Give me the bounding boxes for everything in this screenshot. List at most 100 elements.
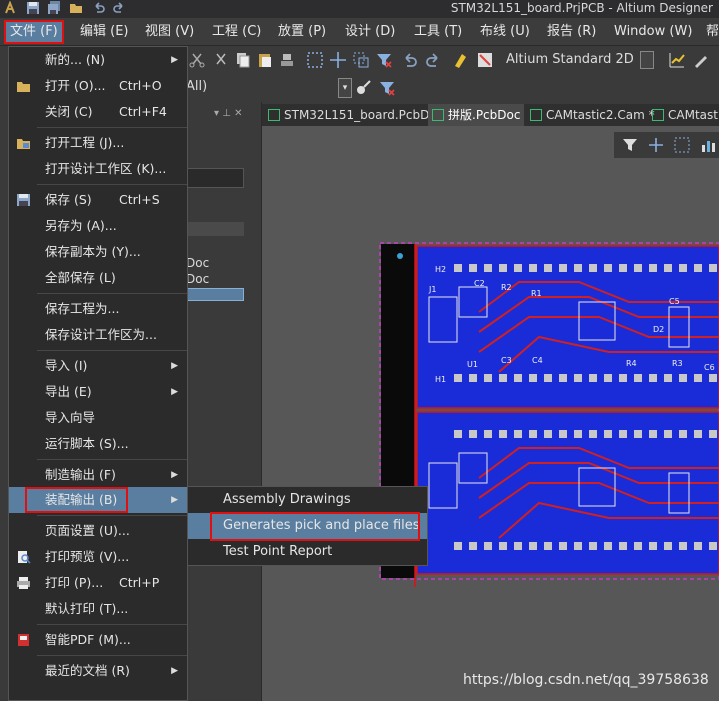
label-r2: R2 [501, 283, 512, 292]
bar-chart-icon[interactable] [700, 137, 716, 153]
menu-save-all[interactable]: 全部保存 (L) [9, 265, 187, 291]
print-preview-icon [18, 551, 31, 564]
filter-icon[interactable] [622, 137, 638, 153]
search-box[interactable] [186, 168, 244, 188]
menu-label: 打开设计工作区 (K)... [45, 161, 167, 176]
apply-filter-icon[interactable] [354, 79, 372, 97]
menu-design[interactable]: 设计 (D) [341, 22, 399, 42]
menu-label: 另存为 (A)... [45, 218, 117, 233]
menu-label: 保存副本为 (Y)... [45, 244, 141, 259]
move-icon[interactable] [329, 51, 347, 69]
menu-label: 运行脚本 (S)... [45, 436, 129, 451]
menu-shortcut: Ctrl+P [119, 575, 160, 590]
menu-open[interactable]: 打开 (O)... Ctrl+O [9, 73, 187, 99]
projects-panel: ▾ ⊥ ✕ Doc Doc [186, 102, 262, 701]
add-icon[interactable] [648, 137, 664, 153]
pdf-icon [18, 634, 29, 646]
menu-open-workspace[interactable]: 打开设计工作区 (K)... [9, 156, 187, 182]
panel-row[interactable]: Doc [186, 272, 244, 286]
menu-view[interactable]: 视图 (V) [141, 22, 198, 42]
select-rectangle-icon[interactable] [306, 51, 324, 69]
copy-icon[interactable] [234, 51, 252, 69]
save-icon[interactable] [26, 1, 40, 15]
paste-icon[interactable] [256, 51, 274, 69]
select-overlap-icon[interactable] [352, 51, 370, 69]
menu-print[interactable]: 打印 (P)... Ctrl+P [9, 570, 187, 596]
cut-icon[interactable] [212, 51, 230, 69]
label-d2: D2 [653, 325, 664, 334]
submenu-arrow-icon: ▶ [171, 387, 178, 397]
menu-save-workspace-as[interactable]: 保存设计工作区为... [9, 322, 187, 348]
clear-filter-icon[interactable] [375, 51, 393, 69]
chart-icon[interactable] [668, 51, 686, 69]
label-r4: R4 [626, 359, 637, 368]
menu-import-wizard[interactable]: 导入向导 [9, 405, 187, 431]
menu-smart-pdf[interactable]: 智能PDF (M)... [9, 627, 187, 653]
menu-print-preview[interactable]: 打印预览 (V)... [9, 544, 187, 570]
clear-filter-icon[interactable] [378, 79, 396, 97]
menu-label: 保存设计工作区为... [45, 327, 157, 342]
menu-import[interactable]: 导入 (I) ▶ [9, 353, 187, 379]
menu-save-copy-as[interactable]: 保存副本为 (Y)... [9, 239, 187, 265]
label-c4: C4 [532, 356, 543, 365]
menu-run-script[interactable]: 运行脚本 (S)... [9, 431, 187, 457]
menu-shortcut: Ctrl+O [119, 78, 162, 93]
menu-help[interactable]: 帮 [702, 22, 719, 42]
menu-assembly-drawings[interactable]: Assembly Drawings [188, 487, 427, 513]
filter-dropdown[interactable]: ▾ [338, 78, 352, 98]
menu-close[interactable]: 关闭 (C) Ctrl+F4 [9, 99, 187, 125]
label-c5: C5 [669, 297, 680, 306]
menu-recent-documents[interactable]: 最近的文档 (R) ▶ [9, 658, 187, 684]
menu-export[interactable]: 导出 (E) ▶ [9, 379, 187, 405]
tab-stm32-pcb[interactable]: STM32L151_board.PcbDoc [264, 104, 443, 126]
label-c3: C3 [501, 356, 512, 365]
menu-place[interactable]: 放置 (P) [274, 22, 330, 42]
select-rectangle-icon[interactable] [674, 137, 690, 153]
undo-icon[interactable] [401, 51, 419, 69]
menu-window[interactable]: Window (W) [610, 22, 696, 42]
menu-fabrication-outputs[interactable]: 制造输出 (F) ▶ [9, 462, 187, 488]
folder-open-icon [17, 82, 30, 92]
watermark: https://blog.csdn.net/qq_39758638 [463, 672, 709, 688]
menu-reports[interactable]: 报告 (R) [543, 22, 600, 42]
pcb-canvas[interactable]: H2 J1 C2 R2 R1 U1 C3 C4 H1 D2 R4 R3 C5 C… [262, 126, 719, 701]
menu-tools[interactable]: 工具 (T) [410, 22, 466, 42]
menu-project[interactable]: 工程 (C) [208, 22, 265, 42]
menu-new[interactable]: 新的... (N) ▶ [9, 47, 187, 73]
menu-test-point-report[interactable]: Test Point Report [188, 539, 427, 565]
menu-save[interactable]: 保存 (S) Ctrl+S [9, 187, 187, 213]
menu-save-project-as[interactable]: 保存工程为... [9, 296, 187, 322]
panel-row[interactable]: Doc [186, 256, 244, 270]
tab-camtastic[interactable]: CAMtastic [648, 104, 719, 126]
menu-page-setup[interactable]: 页面设置 (U)... [9, 518, 187, 544]
menu-label: 打开 (O)... [45, 78, 106, 93]
menu-separator [37, 127, 187, 128]
menu-file[interactable]: 文件 (F) [4, 20, 64, 44]
pin-icon[interactable]: ▾ ⊥ ✕ [214, 108, 242, 119]
panel-row-selected[interactable] [186, 288, 244, 301]
redo-icon[interactable] [112, 1, 126, 15]
menu-label: 打印预览 (V)... [45, 549, 130, 564]
tab-camtastic2[interactable]: CAMtastic2.Cam * [526, 104, 655, 126]
cut-icon[interactable] [188, 51, 206, 69]
menu-default-print[interactable]: 默认打印 (T)... [9, 596, 187, 622]
clear-icon[interactable] [476, 51, 494, 69]
highlight-icon[interactable] [452, 51, 470, 69]
undo-icon[interactable] [92, 1, 106, 15]
edit-icon[interactable] [692, 51, 710, 69]
label-j1: J1 [428, 285, 436, 294]
view-mode-combo[interactable]: Altium Standard 2D [506, 50, 634, 70]
menu-edit[interactable]: 编辑 (E) [76, 22, 133, 42]
menu-route[interactable]: 布线 (U) [476, 22, 534, 42]
open-folder-icon[interactable] [69, 1, 83, 15]
label-r1: R1 [531, 289, 542, 298]
view-mode-dropdown[interactable] [640, 51, 654, 69]
rubber-stamp-icon[interactable] [278, 51, 296, 69]
pcb-board[interactable]: H2 J1 C2 R2 R1 U1 C3 C4 H1 D2 R4 R3 C5 C… [379, 242, 719, 701]
menu-save-as[interactable]: 另存为 (A)... [9, 213, 187, 239]
save-all-icon[interactable] [47, 1, 61, 15]
redo-icon[interactable] [424, 51, 442, 69]
menu-open-project[interactable]: 打开工程 (J)... [9, 130, 187, 156]
tab-panel-pcb[interactable]: 拼版.PcbDoc [428, 104, 524, 126]
label-c2: C2 [474, 279, 485, 288]
